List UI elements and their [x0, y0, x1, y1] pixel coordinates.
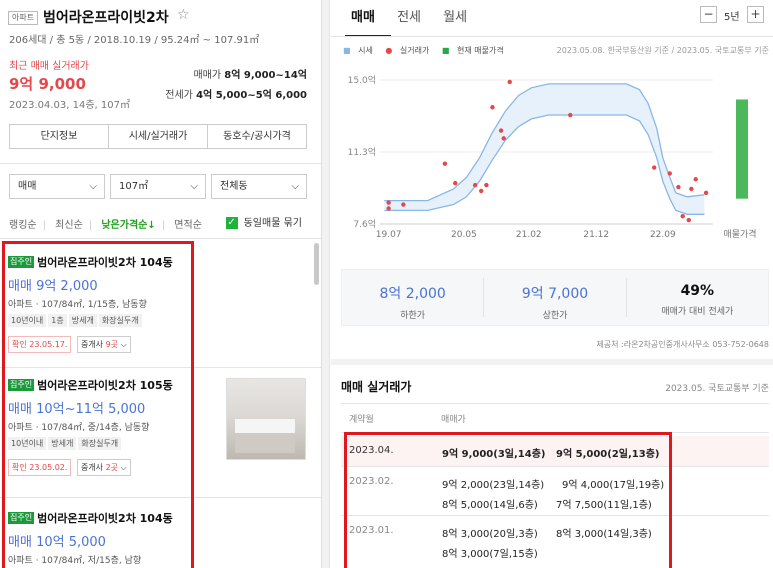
left-panel: 아파트 범어라온프라이빗2차 ☆ 206세대 / 총 5동 / 2018.10.…: [0, 0, 322, 568]
price-stats: 8억 2,000 하한가 9억 7,000 상한가 49% 매매가 대비 전세가: [341, 269, 769, 326]
x-tick-label: 21.02: [516, 230, 542, 240]
actual-trade-point: [490, 105, 495, 110]
unit-price-button[interactable]: 동호수/공시가격: [208, 125, 306, 148]
chevron-down-icon: ⌵: [291, 181, 299, 192]
actual-trade-point: [568, 112, 573, 118]
y-tick-label: 7.6억: [353, 218, 376, 230]
stat-ratio: 49% 매매가 대비 전세가: [661, 283, 734, 317]
actual-trade-point: [386, 206, 391, 211]
sort-low-price[interactable]: 낮은가격순↓: [101, 220, 155, 231]
jeonse-price-range: 전세가 4억 5,000~5억 6,000: [165, 90, 307, 101]
period-label: 5년: [724, 12, 740, 23]
recent-price-label: 최근 매매 실거래가: [9, 61, 89, 72]
actual-trade-point: [484, 182, 489, 188]
sale-price-range: 매매가 8억 9,000~14억: [193, 70, 307, 81]
sort-latest[interactable]: 최신순: [55, 220, 83, 231]
panel-divider[interactable]: [322, 0, 330, 568]
tab-monthly[interactable]: 월세: [443, 10, 467, 25]
price-band-area: [384, 83, 705, 215]
zoom-out-button[interactable]: −: [700, 6, 717, 23]
actual-trade-point: [472, 182, 478, 188]
complex-name: 범어라온프라이빗2차: [43, 10, 169, 26]
area-select[interactable]: 107㎡ ⌵: [110, 174, 206, 199]
price-chart[interactable]: 15.0억 11.3억 7.6억19.07 20.05 21.02 21.12 22.09 매…: [331, 58, 773, 248]
favorite-star-icon[interactable]: ☆: [177, 7, 190, 23]
chevron-down-icon: ⌵: [89, 181, 97, 192]
deals-header: 계약월 매매가: [341, 403, 769, 433]
complex-info: 206세대 / 총 5동 / 2018.10.19 / 95.24㎡ ~ 107…: [9, 35, 260, 46]
zoom-in-button[interactable]: +: [747, 6, 764, 23]
actual-trade-point: [676, 184, 681, 190]
x-tick-label: 21.12: [583, 230, 609, 240]
x-tick-label: 매물가격: [723, 228, 756, 240]
actual-trade-point: [498, 128, 504, 133]
actual-trade-point: [703, 190, 709, 196]
apartment-type-badge: 아파트: [8, 11, 39, 25]
chart-source: 2023.05.08. 한국부동산원 기준 / 2023.05. 국토교통부 기…: [556, 46, 769, 55]
y-tick-label: 15.0억: [348, 74, 376, 86]
actual-trade-point: [386, 200, 391, 205]
actual-trade-point: [507, 79, 512, 85]
actual-trade-point: [478, 188, 484, 194]
chart-legend: ■ 시세 ● 실거래가 ■ 현재 매물가격: [343, 46, 504, 55]
x-tick-label: 22.09: [650, 230, 676, 240]
actual-trade-point: [401, 202, 406, 207]
actual-trade-point: [651, 165, 657, 170]
actual-trade-point: [689, 186, 694, 192]
checkmark-icon: ✓: [225, 217, 238, 229]
actual-trade-point: [680, 214, 685, 219]
tab-sale[interactable]: 매매: [351, 10, 375, 25]
deals-title: 매매 실거래가: [341, 380, 412, 394]
info-button-row: 단지정보 시세/실거래가 동호수/공시가격: [9, 124, 307, 149]
deals-source: 2023.05. 국토교통부 기준: [665, 384, 769, 394]
listing-price-bar: [736, 99, 748, 199]
y-tick-label: 11.3억: [348, 146, 376, 158]
right-panel: 매매 전세 월세 − 5년 + ■ 시세 ● 실거래가 ■ 현재 매물가격 20…: [331, 0, 773, 568]
chevron-down-icon: ⌵: [190, 181, 198, 192]
x-tick-label: 20.05: [451, 230, 477, 240]
provider-info: 제공처 :라온2차공인중개사사무소 053-752-0648: [596, 340, 769, 349]
sort-ranking[interactable]: 랭킹순: [9, 220, 37, 231]
divider: [331, 36, 773, 37]
group-same-listing-checkbox[interactable]: ✓ 동일매물 묶기: [225, 214, 308, 229]
x-tick-label: 19.07: [376, 230, 402, 240]
actual-trade-point: [501, 136, 506, 141]
list-scrollbar[interactable]: [314, 243, 319, 285]
divider: [0, 163, 321, 164]
trade-type-select[interactable]: 매매 ⌵: [9, 174, 105, 199]
recent-price: 9억 9,000: [9, 75, 86, 93]
complex-info-button[interactable]: 단지정보: [10, 125, 109, 148]
listing-highlight-frame: [2, 241, 194, 568]
stat-upper: 9억 7,000 상한가: [484, 278, 627, 321]
listing-photo[interactable]: [226, 378, 306, 460]
section-divider: [331, 359, 773, 365]
dong-select[interactable]: 전체동 ⌵: [211, 174, 307, 199]
market-price-button[interactable]: 시세/실거래가: [109, 125, 208, 148]
actual-trade-point: [693, 177, 698, 182]
sort-bar: 랭킹순 | 최신순 | 낮은가격순↓ | 면적순 ✓ 동일매물 묶기: [9, 216, 314, 231]
actual-trade-point: [667, 171, 672, 176]
actual-trade-point: [442, 161, 448, 166]
sort-area[interactable]: 면적순: [174, 220, 202, 231]
trade-tabs: 매매 전세 월세: [351, 6, 485, 25]
divider: [0, 238, 321, 239]
recent-price-date: 2023.04.03, 14층, 107㎡: [9, 100, 130, 111]
tab-jeonse[interactable]: 전세: [397, 10, 421, 25]
deals-highlight-frame: [344, 432, 672, 568]
actual-trade-point: [453, 180, 458, 186]
stat-lower: 8억 2,000 하한가: [342, 278, 485, 321]
actual-trade-point: [686, 217, 691, 223]
